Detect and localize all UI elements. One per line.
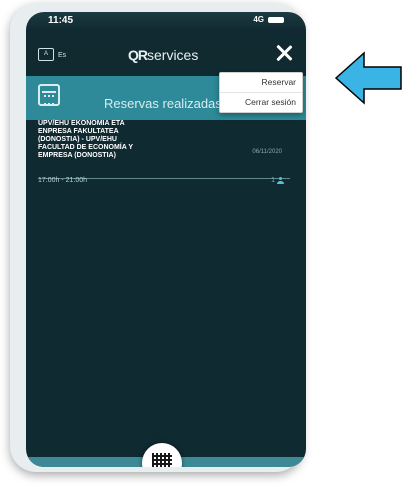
reservation-count-value: 1 <box>271 177 275 184</box>
reservation-date: 06/11/2020 <box>252 149 282 155</box>
language-label[interactable]: Es <box>58 52 66 59</box>
app-screen: 11:45 4G A Es QRservices Reservas realiz… <box>26 12 306 467</box>
status-time: 11:45 <box>48 15 74 26</box>
qr-code-icon <box>152 453 172 467</box>
reservation-count: 1 <box>271 177 284 184</box>
reservation-name-line: (DONOSTIA) - UPV/EHU <box>38 136 117 143</box>
left-arrow-icon <box>334 51 402 105</box>
reservation-name-line: EMPRESA (DONOSTIA) <box>38 152 116 159</box>
app-logo: QRservices <box>128 47 198 63</box>
phone-frame: 11:45 4G A Es QRservices Reservas realiz… <box>10 4 306 472</box>
qr-scan-button[interactable] <box>142 443 182 467</box>
signal-label: 4G <box>253 15 264 24</box>
reservation-name: UPV/EHU EKONOMIA ETA ENPRESA FAKULTATEA … <box>38 120 188 160</box>
status-indicators: 4G <box>253 15 284 24</box>
language-icon[interactable]: A <box>38 48 54 61</box>
reservation-name-line: ENPRESA FAKULTATEA <box>38 128 119 135</box>
status-bar: 11:45 4G <box>26 12 306 34</box>
reservation-name-line: FACULTAD DE ECONOMÍA Y <box>38 144 134 151</box>
logo-prefix: QR <box>128 47 148 63</box>
close-icon[interactable] <box>274 43 294 63</box>
dropdown-menu: Reservar Cerrar sesión <box>219 72 303 113</box>
person-icon <box>277 177 284 184</box>
calendar-icon <box>38 84 60 106</box>
reservation-name-line: UPV/EHU EKONOMIA ETA <box>38 120 125 127</box>
menu-item-cerrar-sesion[interactable]: Cerrar sesión <box>220 92 302 112</box>
menu-item-reservar[interactable]: Reservar <box>220 73 302 92</box>
banner-title: Reservas realizadas <box>104 96 222 111</box>
app-header: A Es QRservices <box>26 40 306 70</box>
battery-icon <box>268 16 284 23</box>
logo-suffix: services <box>147 47 199 63</box>
reservation-time: 17:00h - 21:00h <box>38 177 88 184</box>
reservation-item[interactable]: UPV/EHU EKONOMIA ETA ENPRESA FAKULTATEA … <box>38 120 290 184</box>
